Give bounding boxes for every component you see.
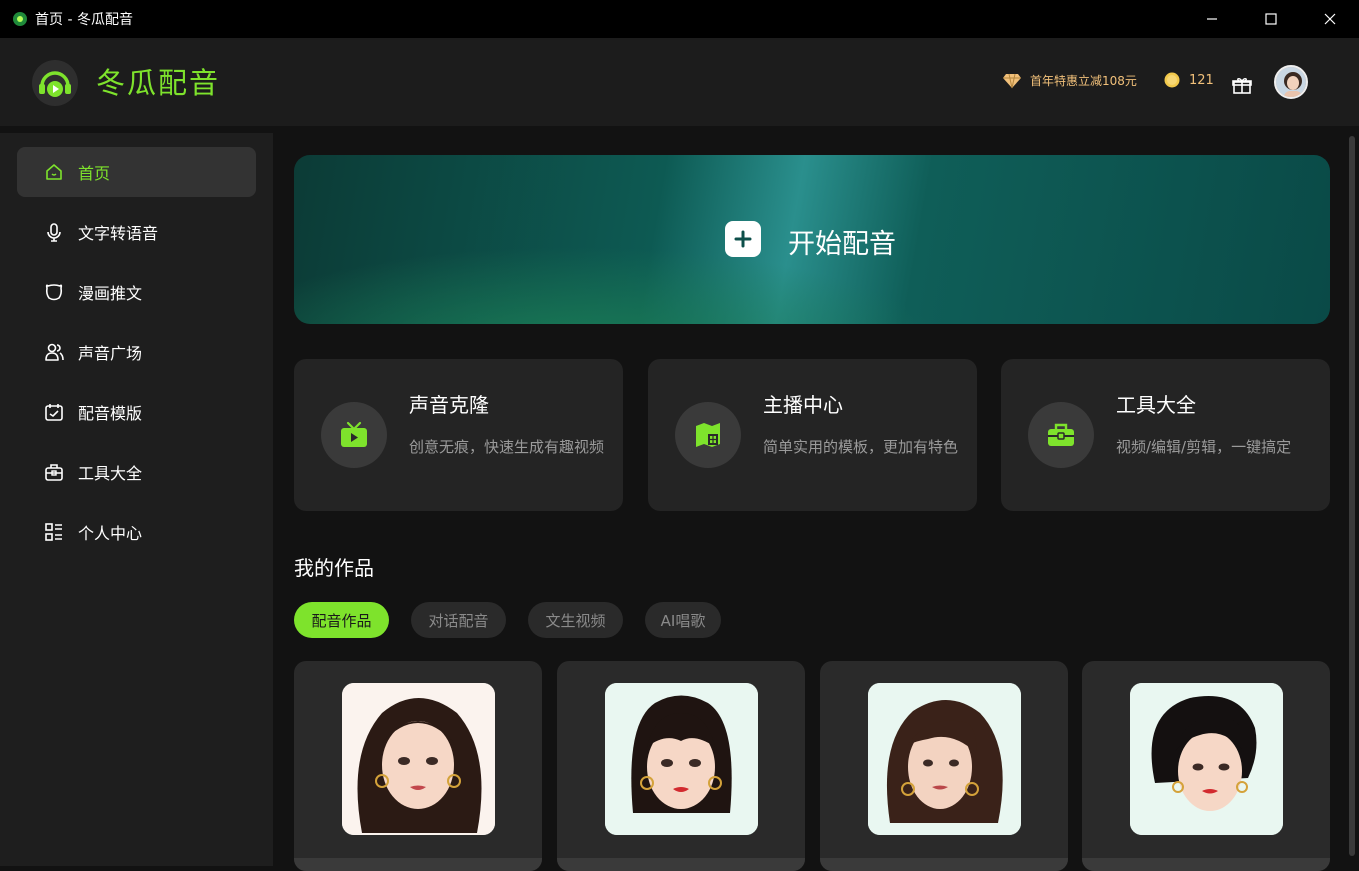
sidebar-item-tools[interactable]: 工具大全 [17, 447, 256, 497]
coin-balance[interactable]: 121 [1164, 72, 1214, 88]
work-card-footer [294, 858, 542, 871]
work-card-footer [557, 858, 805, 871]
sidebar-item-label: 首页 [78, 164, 111, 183]
sidebar-item-comic[interactable]: 漫画推文 [17, 267, 256, 317]
avatar[interactable] [1274, 65, 1308, 99]
close-button[interactable] [1300, 0, 1359, 38]
sidebar-item-tts[interactable]: 文字转语音 [17, 207, 256, 257]
sidebar-item-templates[interactable]: 配音模版 [17, 387, 256, 437]
card-voice-clone[interactable]: 声音克隆 创意无痕，快速生成有趣视频 [294, 359, 623, 511]
home-icon [44, 162, 64, 182]
work-thumbnail [868, 683, 1021, 835]
sidebar-item-label: 工具大全 [78, 464, 143, 483]
sidebar-item-voice-square[interactable]: 声音广场 [17, 327, 256, 377]
title-bar: 首页 - 冬瓜配音 [0, 0, 1359, 38]
card-description: 简单实用的模板，更加有特色 [763, 438, 959, 456]
window-controls [1182, 0, 1359, 38]
tab-dialog-dubbing[interactable]: 对话配音 [411, 602, 506, 638]
close-icon [1324, 13, 1335, 25]
card-description: 视频/编辑/剪辑，一键搞定 [1116, 438, 1292, 456]
scrollbar[interactable] [1349, 136, 1355, 856]
list-icon [44, 522, 64, 542]
diamond-icon [1003, 73, 1021, 88]
map-icon [675, 402, 741, 468]
window-title: 首页 - 冬瓜配音 [35, 12, 133, 28]
coin-icon [1164, 72, 1180, 88]
minimize-button[interactable] [1182, 0, 1241, 38]
sidebar-item-label: 漫画推文 [78, 284, 143, 303]
work-card[interactable] [820, 661, 1068, 871]
users-icon [44, 342, 64, 362]
plus-icon [725, 221, 761, 257]
sidebar-item-label: 声音广场 [78, 344, 143, 363]
gift-icon [1232, 78, 1252, 94]
work-thumbnail [1130, 683, 1283, 835]
app-header: 冬瓜配音 首年特惠立减108元 121 [0, 38, 1359, 126]
card-host-center[interactable]: 主播中心 简单实用的模板，更加有特色 [648, 359, 977, 511]
tv-icon [321, 402, 387, 468]
sidebar-item-home[interactable]: 首页 [17, 147, 256, 197]
microphone-icon [44, 222, 64, 242]
minimize-icon [1206, 18, 1217, 20]
card-title: 主播中心 [763, 393, 843, 417]
tab-ai-singing[interactable]: AI唱歌 [645, 602, 721, 638]
card-description: 创意无痕，快速生成有趣视频 [409, 438, 605, 456]
work-card[interactable] [1082, 661, 1330, 871]
tab-text-to-video[interactable]: 文生视频 [528, 602, 623, 638]
sidebar-item-label: 配音模版 [78, 404, 143, 423]
card-title: 声音克隆 [409, 393, 489, 417]
app-icon [13, 12, 27, 26]
sidebar-item-profile[interactable]: 个人中心 [17, 507, 256, 557]
sidebar-item-label: 个人中心 [78, 524, 143, 543]
brand-name: 冬瓜配音 [96, 66, 221, 100]
work-card[interactable] [557, 661, 805, 871]
maximize-button[interactable] [1241, 0, 1300, 38]
tab-dubbing-works[interactable]: 配音作品 [294, 602, 389, 638]
toolbox-icon [44, 462, 64, 482]
briefcase-icon [1028, 402, 1094, 468]
banner-label: 开始配音 [788, 229, 896, 260]
sidebar: 首页 文字转语音 漫画推文 声音广场 配音模版 工具大全 个人中心 [0, 133, 273, 866]
bear-icon [44, 282, 64, 302]
my-works-title: 我的作品 [294, 556, 374, 580]
work-thumbnail [342, 683, 495, 835]
start-dubbing-banner[interactable]: 开始配音 [294, 155, 1330, 324]
template-icon [44, 402, 64, 422]
promo-text: 首年特惠立减108元 [1030, 74, 1137, 88]
work-card-footer [1082, 858, 1330, 871]
promo-link[interactable]: 首年特惠立减108元 [1002, 72, 1137, 89]
work-thumbnail [605, 683, 758, 835]
coin-count: 121 [1189, 72, 1214, 88]
work-card[interactable] [294, 661, 542, 871]
maximize-icon [1264, 13, 1277, 25]
gift-button[interactable] [1232, 76, 1252, 98]
logo-icon [32, 60, 78, 106]
sidebar-item-label: 文字转语音 [78, 224, 159, 243]
work-card-footer [820, 858, 1068, 871]
card-title: 工具大全 [1116, 393, 1196, 417]
card-tools[interactable]: 工具大全 视频/编辑/剪辑，一键搞定 [1001, 359, 1330, 511]
